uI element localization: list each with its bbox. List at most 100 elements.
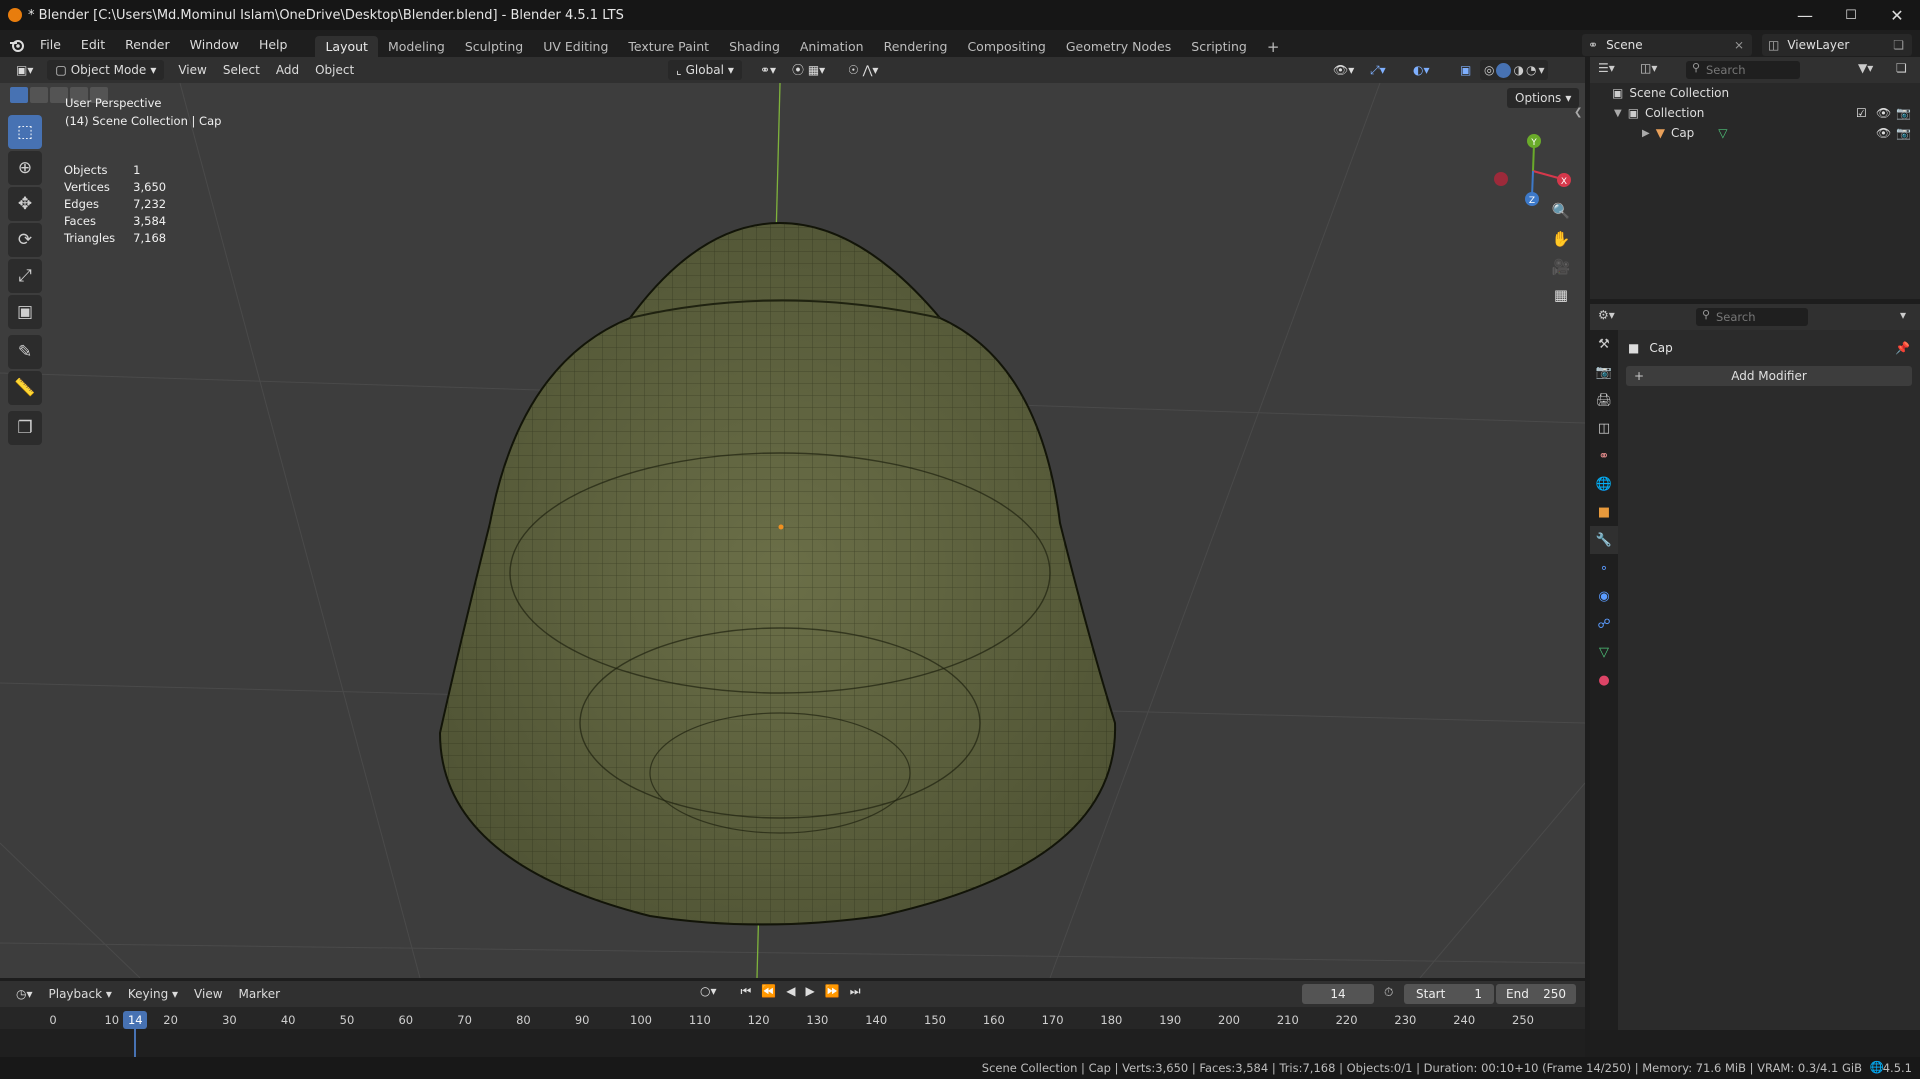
jump-start-icon[interactable]: ⏮ [741, 984, 752, 999]
menu-add[interactable]: Add [268, 60, 307, 80]
view-layer-properties-tab[interactable]: ◫ [1590, 414, 1618, 442]
sidebar-toggle-icon[interactable]: ❮ [1574, 107, 1582, 118]
snap-icon[interactable]: ⦿ ▦▾ [784, 60, 833, 80]
close-button[interactable]: ✕ [1874, 0, 1920, 30]
options-button[interactable]: Options ▾ [1507, 88, 1580, 108]
play-reverse-icon[interactable]: ◀ [786, 984, 795, 999]
measure-tool[interactable]: 📏 [8, 371, 42, 405]
menu-select[interactable]: Select [215, 60, 268, 80]
annotate-tool[interactable]: ✎ [8, 335, 42, 369]
scene-pin-icon[interactable]: ⨯ [1734, 38, 1744, 52]
menu-edit[interactable]: Edit [71, 30, 115, 60]
jump-end-icon[interactable]: ⏭ [850, 984, 861, 999]
menu-keying[interactable]: Keying ▾ [120, 984, 186, 1004]
viewport-3d[interactable]: ⬚ ⊕ ✥ ⟳ ⤢ ▣ ✎ 📏 ❐ User Perspective (14) … [0, 83, 1585, 978]
outliner-search-input[interactable]: Search [1686, 61, 1800, 79]
maximize-button[interactable]: ☐ [1828, 0, 1874, 30]
chevron-down-icon[interactable]: ▾ [1538, 63, 1544, 77]
modifier-properties-tab[interactable]: 🔧 [1590, 526, 1618, 554]
tab-animation[interactable]: Animation [790, 36, 874, 58]
camera-icon[interactable]: 📷 [1896, 126, 1911, 140]
pin-icon[interactable]: 📌 [1895, 341, 1910, 355]
jump-keyframe-forward-icon[interactable]: ⏩ [825, 984, 840, 999]
particles-properties-tab[interactable]: ∘ [1590, 554, 1618, 582]
checkbox-icon[interactable]: ☑ [1856, 106, 1867, 120]
timeline-editor-icon[interactable]: ◷▾ [8, 984, 41, 1004]
pan-hand-icon[interactable]: ✋ [1547, 225, 1575, 253]
scale-tool[interactable]: ⤢ [8, 259, 42, 293]
add-workspace-button[interactable]: + [1257, 36, 1290, 58]
tab-modeling[interactable]: Modeling [378, 36, 455, 58]
overlays-toggle-icon[interactable]: ◐▾ [1405, 60, 1438, 80]
menu-timeline-view[interactable]: View [186, 984, 230, 1004]
current-frame-field[interactable]: 14 [1302, 984, 1374, 1004]
xray-toggle-icon[interactable]: ▣ [1452, 60, 1479, 80]
auto-key-icon[interactable]: ○▾ [700, 984, 717, 999]
world-properties-tab[interactable]: 🌐 [1590, 470, 1618, 498]
properties-editor-icon[interactable]: ⚙▾ [1598, 308, 1615, 322]
tab-scripting[interactable]: Scripting [1181, 36, 1257, 58]
tab-sculpting[interactable]: Sculpting [455, 36, 533, 58]
zoom-icon[interactable]: 🔍 [1547, 197, 1575, 225]
tool-properties-tab[interactable]: ⚒ [1590, 330, 1618, 358]
editor-type-icon[interactable]: ▣▾ [8, 60, 41, 80]
new-collection-icon[interactable]: ❏ [1896, 61, 1907, 75]
playhead-frame-indicator[interactable]: 14 [123, 1011, 148, 1029]
menu-window[interactable]: Window [180, 30, 249, 60]
outliner-row-cap[interactable]: ▶ ▼ Cap ▽ 👁 📷 [1590, 123, 1920, 143]
mesh-data-icon[interactable]: ▽ [1718, 126, 1727, 140]
play-icon[interactable]: ▶ [806, 984, 815, 999]
menu-render[interactable]: Render [115, 30, 180, 60]
transform-tool[interactable]: ▣ [8, 295, 42, 329]
tab-shading[interactable]: Shading [719, 36, 790, 58]
tab-compositing[interactable]: Compositing [957, 36, 1055, 58]
eye-icon[interactable]: 👁 [1876, 106, 1891, 120]
outliner-row-collection[interactable]: ▼ ▣ Collection ☑ 👁 📷 [1590, 103, 1920, 123]
gizmo-toggle-icon[interactable]: ⤢▾ [1362, 60, 1394, 80]
cap-mesh[interactable] [438, 221, 1117, 926]
chevron-right-icon[interactable]: ▶ [1642, 128, 1650, 139]
jump-keyframe-back-icon[interactable]: ⏪ [761, 984, 776, 999]
viewlayer-new-icon[interactable]: ❏ [1893, 38, 1904, 52]
blender-menu-icon[interactable] [4, 30, 30, 60]
mode-selector[interactable]: ▢ Object Mode ▾ [47, 60, 165, 80]
properties-search-input[interactable]: Search [1696, 308, 1808, 326]
menu-help[interactable]: Help [249, 30, 298, 60]
timeline-track[interactable] [0, 1029, 1585, 1057]
material-properties-tab[interactable]: ● [1590, 666, 1618, 694]
proportional-edit-icon[interactable]: ☉ ⋀▾ [840, 60, 886, 80]
wireframe-shading-icon[interactable]: ◎ [1484, 63, 1494, 77]
tab-uv-editing[interactable]: UV Editing [533, 36, 618, 58]
solid-shading-icon[interactable] [1496, 62, 1512, 78]
pivot-point-icon[interactable]: ⚭▾ [752, 60, 784, 80]
scene-selector[interactable]: ⚭ Scene ⨯ [1582, 34, 1752, 56]
add-modifier-button[interactable]: + Add Modifier [1626, 366, 1912, 386]
menu-playback[interactable]: Playback ▾ [41, 984, 120, 1004]
rendered-shading-icon[interactable]: ◔ [1526, 63, 1536, 77]
data-properties-tab[interactable]: ▽ [1590, 638, 1618, 666]
chevron-down-icon[interactable]: ▾ [1900, 308, 1906, 322]
minimize-button[interactable]: — [1782, 0, 1828, 30]
timeline-area[interactable]: 0 10 20 30 40 50 60 70 80 90 100 110 120 130 140 150 160… [0, 1007, 1585, 1057]
camera-view-icon[interactable]: 🎥 [1547, 253, 1575, 281]
scene-properties-tab[interactable]: ⚭ [1590, 442, 1618, 470]
chevron-down-icon[interactable]: ▼ [1614, 108, 1622, 119]
move-tool[interactable]: ✥ [8, 187, 42, 221]
transform-orientation-selector[interactable]: ⌞ Global ▾ [668, 60, 742, 80]
physics-properties-tab[interactable]: ◉ [1590, 582, 1618, 610]
viewlayer-selector[interactable]: ◫ ViewLayer ❏ [1762, 34, 1912, 56]
tab-rendering[interactable]: Rendering [874, 36, 958, 58]
start-frame-field[interactable]: Start 1 [1404, 984, 1494, 1004]
menu-object[interactable]: Object [307, 60, 362, 80]
menu-marker[interactable]: Marker [231, 984, 288, 1004]
perspective-toggle-icon[interactable]: ▦ [1547, 281, 1575, 309]
cursor-tool[interactable]: ⊕ [8, 151, 42, 185]
add-cube-tool[interactable]: ❐ [8, 411, 42, 445]
rotate-tool[interactable]: ⟳ [8, 223, 42, 257]
gizmo-neg-x-handle[interactable] [1494, 172, 1508, 186]
eye-icon[interactable]: 👁 [1876, 126, 1891, 140]
tab-layout[interactable]: Layout [315, 36, 378, 58]
tab-texture-paint[interactable]: Texture Paint [618, 36, 719, 58]
output-properties-tab[interactable]: 🖨 [1590, 386, 1618, 414]
render-properties-tab[interactable]: 📷 [1590, 358, 1618, 386]
